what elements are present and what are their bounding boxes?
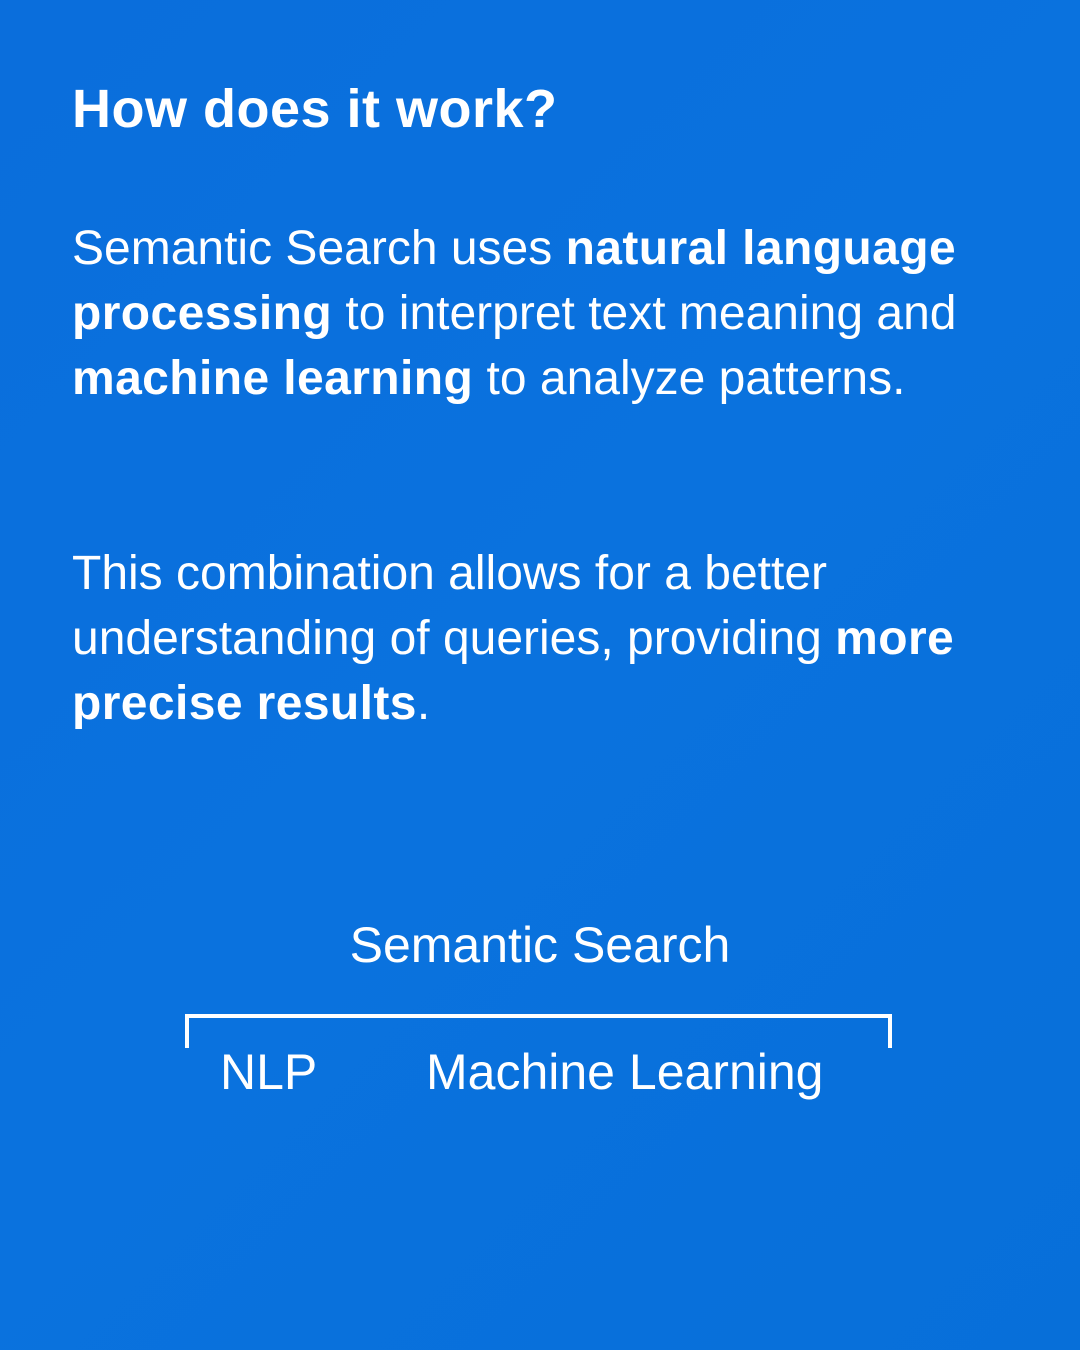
intro-text-2: to interpret text meaning and [332,287,957,340]
benefit-paragraph: This combination allows for a better und… [72,541,1032,736]
diagram-root-label: Semantic Search [349,917,731,973]
intro-text-3: to analyze patterns. [473,352,906,405]
diagram-child-machine-learning: Machine Learning [426,1044,824,1100]
intro-text-1: Semantic Search uses [72,222,566,275]
diagram-child-nlp: NLP [220,1044,318,1100]
intro-highlight-ml: machine learning [72,352,474,405]
benefit-text-1: This combination allows for a better und… [72,547,836,665]
benefit-text-2: . [416,677,431,730]
intro-paragraph: Semantic Search uses natural language pr… [72,216,1032,411]
page-title: How does it work? [72,79,558,139]
